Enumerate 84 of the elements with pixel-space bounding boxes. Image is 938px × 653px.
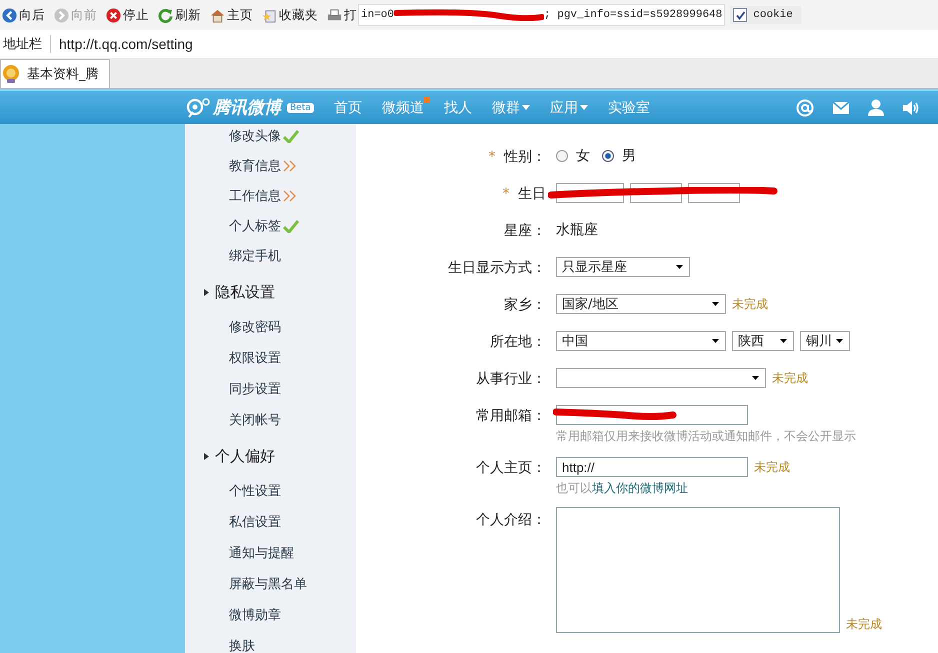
field-label: 常用邮箱： xyxy=(476,408,546,424)
field-label: 星座： xyxy=(504,223,546,239)
incomplete-label: 未完成 xyxy=(772,370,808,386)
caret-icon xyxy=(780,339,787,343)
field-label: 从事行业： xyxy=(476,371,546,387)
caret-icon xyxy=(712,302,719,306)
field-value: 水瓶座 xyxy=(556,221,598,239)
caret-icon xyxy=(712,339,719,343)
dropdown[interactable] xyxy=(556,368,766,388)
caret-icon xyxy=(752,376,759,380)
hint-text: 也可以 xyxy=(556,481,592,495)
caret-icon xyxy=(676,265,683,269)
logo-text: 腾讯微博 xyxy=(213,96,281,119)
user-icon[interactable] xyxy=(868,99,884,116)
field-label: 家乡： xyxy=(504,297,546,313)
mail-icon[interactable] xyxy=(832,100,850,114)
dropdown[interactable]: 国家/地区 xyxy=(556,294,726,314)
bullet-icon xyxy=(204,452,209,460)
logo-icon xyxy=(186,96,210,118)
required-mark: * xyxy=(488,149,496,165)
sidebar-item[interactable]: 屏蔽与黑名单 xyxy=(229,574,307,592)
dropdown[interactable]: 中国 xyxy=(556,331,726,351)
at-sign-icon[interactable] xyxy=(796,98,814,116)
radio-option[interactable]: 女 xyxy=(556,147,590,165)
sidebar-item[interactable]: 关闭帐号 xyxy=(229,410,281,428)
sidebar-item[interactable]: 绑定手机 xyxy=(229,247,281,265)
home-icon xyxy=(210,8,225,22)
sidebar-item[interactable]: 微博勋章 xyxy=(229,606,281,624)
field-label: 个人介绍： xyxy=(476,512,546,528)
cookie-checkbox[interactable]: cookie xyxy=(730,6,801,24)
beta-badge: Beta xyxy=(287,102,314,112)
dropdown[interactable]: 陕西 xyxy=(732,331,794,351)
toolbar-button[interactable]: 收藏夹 xyxy=(262,6,318,24)
toolbar-button[interactable]: 打 xyxy=(327,6,357,24)
field-label: 所在地： xyxy=(490,334,546,350)
browser-tab[interactable]: 基本资料_腾 xyxy=(0,59,110,88)
toolbar-button[interactable]: 刷新 xyxy=(158,6,201,24)
radio-button[interactable] xyxy=(602,150,614,162)
sidebar-item[interactable]: 同步设置 xyxy=(229,380,281,398)
radio-button[interactable] xyxy=(556,150,568,162)
sidebar-item[interactable]: 通知与提醒 xyxy=(229,544,294,562)
input-field[interactable] xyxy=(556,405,748,425)
sidebar-item[interactable]: 权限设置 xyxy=(229,348,281,366)
stop-icon xyxy=(106,8,121,22)
hint-link[interactable]: 填入你的微博网址 xyxy=(592,480,688,497)
printer-icon xyxy=(327,8,342,22)
bullet-icon xyxy=(204,288,209,296)
toolbar-button[interactable]: 向后 xyxy=(2,6,45,24)
cookie-field[interactable]: in=o0 ; pgv_info=ssid=s5928999648 xyxy=(358,4,726,26)
sidebar-item[interactable]: 工作信息 xyxy=(229,187,281,205)
sidebar-item[interactable]: 换肤 xyxy=(229,636,255,653)
sidebar-section[interactable]: 隐私设置 xyxy=(215,282,275,302)
field-text: in=o0 xyxy=(361,9,394,21)
sidebar-item[interactable]: 修改密码 xyxy=(229,318,281,336)
site-icon xyxy=(1,64,21,84)
radio-option[interactable]: 男 xyxy=(602,147,636,165)
sidebar-section[interactable]: 个人偏好 xyxy=(215,446,275,466)
address-label: 地址栏 xyxy=(0,35,51,53)
refresh-icon xyxy=(158,8,173,22)
textarea-field[interactable] xyxy=(556,507,840,633)
dropdown[interactable]: 铜川 xyxy=(800,331,850,351)
field-label: 个人主页： xyxy=(476,460,546,476)
dropdown[interactable]: 只显示星座 xyxy=(556,257,690,277)
incomplete-label: 未完成 xyxy=(846,616,882,633)
input-field[interactable]: http:// xyxy=(556,457,748,477)
incomplete-label: 未完成 xyxy=(732,296,768,312)
sidebar-item[interactable]: 个性设置 xyxy=(229,482,281,500)
sidebar-item[interactable]: 个人标签 xyxy=(229,217,281,235)
checkbox[interactable] xyxy=(733,8,748,22)
required-mark: * xyxy=(502,186,510,202)
field-text: ; pgv_info=ssid=s5928999648 xyxy=(544,9,722,21)
incomplete-label: 未完成 xyxy=(754,458,790,476)
toolbar-button[interactable]: 停止 xyxy=(106,6,149,24)
field-label: 生日显示方式： xyxy=(448,260,546,276)
sidebar-item[interactable]: 修改头像 xyxy=(229,127,281,145)
caret-icon xyxy=(836,339,843,343)
speaker-icon[interactable] xyxy=(902,100,920,116)
field-label: 性别： xyxy=(504,149,546,165)
field-label: 生日 xyxy=(518,186,546,202)
sidebar-item[interactable]: 教育信息 xyxy=(229,157,281,175)
toolbar-button[interactable]: 主页 xyxy=(210,6,253,24)
address-field[interactable]: http://t.qq.com/setting xyxy=(51,36,193,52)
sidebar-item[interactable]: 私信设置 xyxy=(229,512,281,530)
hint-text: 常用邮箱仅用来接收微博活动或通知邮件，不会公开显示 xyxy=(556,429,856,443)
